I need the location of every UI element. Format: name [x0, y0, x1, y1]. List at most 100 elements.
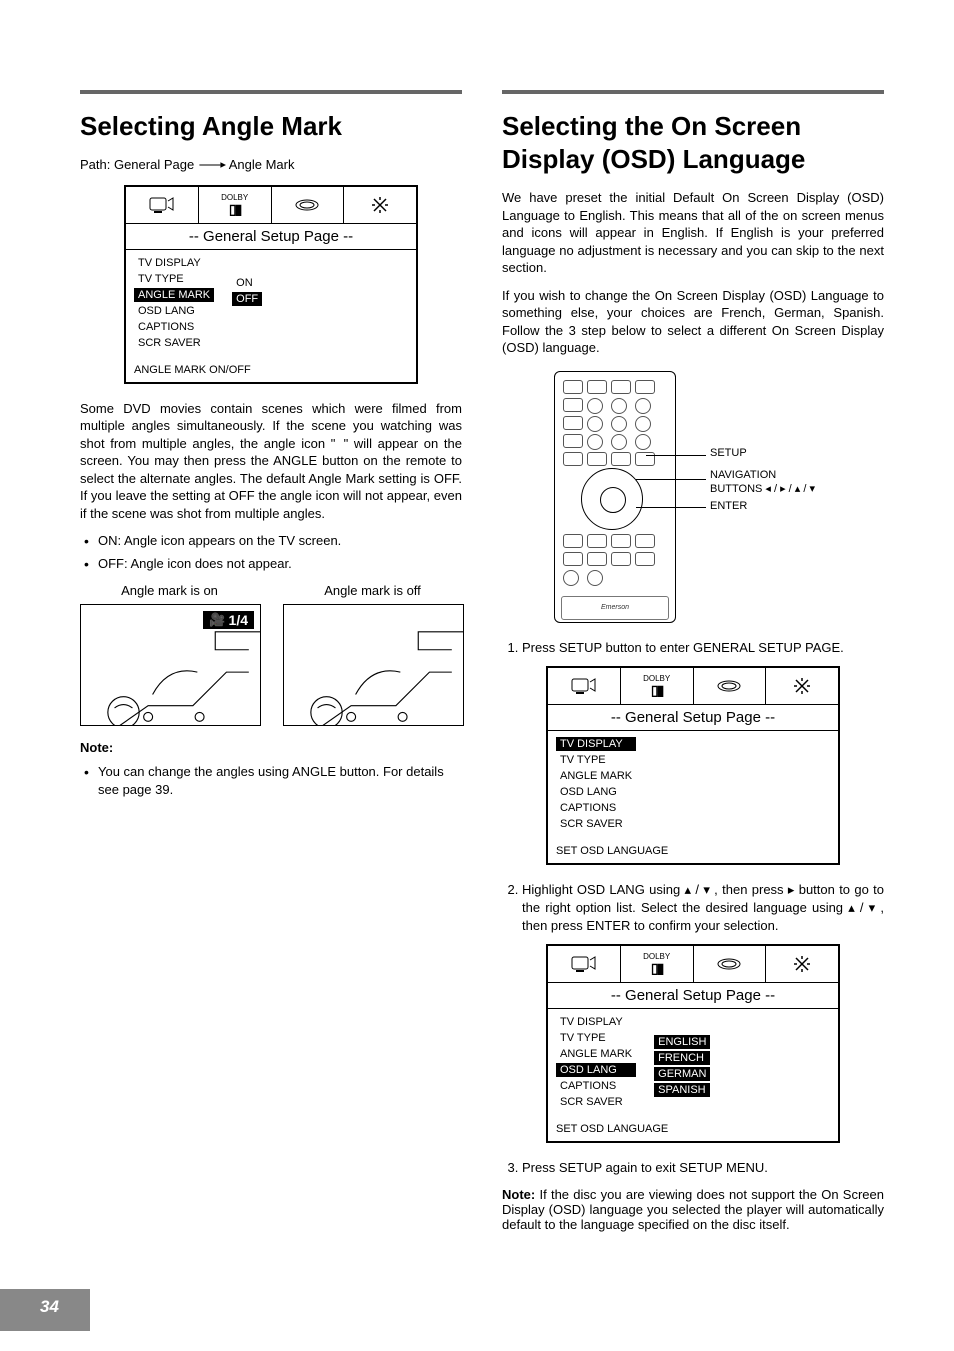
osd-item-selected: OSD LANG: [556, 1063, 636, 1077]
osd-item: SCR SAVER: [556, 1095, 636, 1109]
leader-line: [646, 455, 706, 456]
steps-list: Highlight OSD LANG using ▴ / ▾ , then pr…: [502, 881, 884, 934]
note-heading: Note:: [80, 740, 462, 755]
angle-illustrations: Angle mark is on 🎥: [80, 583, 462, 726]
path-target: Angle Mark: [229, 157, 295, 172]
tab-video-icon: [272, 187, 345, 223]
osd-panel-angle-mark: DOLBY▯▮ -- General Setup Page -- TV DISP…: [124, 185, 418, 384]
osd-hint: SET OSD LANGUAGE: [548, 841, 838, 863]
step-item: Press SETUP again to exit SETUP MENU.: [522, 1159, 884, 1177]
navigation-ring: [581, 468, 643, 530]
camera-icon: 🎥: [209, 612, 225, 628]
tv-screen-on: 🎥 1/4: [80, 604, 261, 726]
osd-option-list: ON OFF: [232, 276, 262, 356]
osd-panel-osd-lang: DOLBY▯▮ -- General Setup Page -- TV DISP…: [546, 944, 840, 1143]
path-line: Path: General Page Angle Mark: [80, 157, 462, 173]
note-item: You can change the angles using ANGLE bu…: [80, 763, 462, 799]
path-prefix: Path: General Page: [80, 157, 194, 172]
osd-item-selected: TV DISPLAY: [556, 737, 636, 751]
osd-title: -- General Setup Page --: [548, 983, 838, 1009]
osd-item: ANGLE MARK: [556, 769, 636, 783]
osd-menu-list: TV DISPLAY TV TYPE ANGLE MARK OSD LANG C…: [556, 737, 636, 837]
page: Selecting Angle Mark Path: General Page …: [0, 0, 954, 1351]
leader-line: [636, 507, 706, 508]
osd-tab-row: DOLBY▯▮: [548, 668, 838, 705]
steps-list: Press SETUP button to enter GENERAL SETU…: [502, 639, 884, 657]
osd-item: CAPTIONS: [556, 1079, 636, 1093]
tab-dolby-icon: DOLBY▯▮: [621, 668, 694, 704]
callout-navigation-buttons: BUTTONS ◂ / ▸ / ▴ / ▾: [710, 482, 815, 495]
left-column: Selecting Angle Mark Path: General Page …: [80, 90, 462, 1245]
osd-option: SPANISH: [654, 1083, 710, 1097]
note-body: If the disc you are viewing does not sup…: [502, 1187, 884, 1232]
osd-title: -- General Setup Page --: [548, 705, 838, 731]
bullet-item: OFF: Angle icon does not appear.: [80, 555, 462, 573]
illustration-caption: Angle mark is off: [283, 583, 462, 598]
tab-video-icon: [694, 668, 767, 704]
osd-item-selected: ANGLE MARK: [134, 288, 214, 302]
remote-button-grid-lower: [563, 534, 655, 584]
angle-badge: 🎥 1/4: [203, 611, 254, 629]
callout-setup: SETUP: [710, 447, 747, 459]
callout-enter: ENTER: [710, 500, 747, 512]
angle-badge-text: 1/4: [229, 612, 248, 628]
two-column-layout: Selecting Angle Mark Path: General Page …: [80, 90, 884, 1245]
osd-option: GERMAN: [654, 1067, 710, 1081]
osd-option: ENGLISH: [654, 1035, 710, 1049]
section-title: Selecting the On Screen Display (OSD) La…: [502, 110, 884, 175]
arrow-right-icon: [198, 158, 226, 173]
note-paragraph: Note: If the disc you are viewing does n…: [502, 1187, 884, 1232]
tab-general-icon: [548, 946, 621, 982]
osd-option: FRENCH: [654, 1051, 710, 1065]
note-list: You can change the angles using ANGLE bu…: [80, 763, 462, 799]
osd-item: OSD LANG: [556, 785, 636, 799]
note-label: Note:: [502, 1187, 535, 1202]
tab-general-icon: [548, 668, 621, 704]
osd-item: TV DISPLAY: [134, 256, 214, 270]
osd-item: TV DISPLAY: [556, 1015, 636, 1029]
right-column: Selecting the On Screen Display (OSD) La…: [502, 90, 884, 1245]
tab-preference-icon: [344, 187, 416, 223]
tab-preference-icon: [766, 946, 838, 982]
step-item: Press SETUP button to enter GENERAL SETU…: [522, 639, 884, 657]
osd-title: -- General Setup Page --: [126, 224, 416, 250]
section-title: Selecting Angle Mark: [80, 110, 462, 143]
osd-option: ON: [232, 276, 262, 290]
osd-item: TV TYPE: [556, 753, 636, 767]
tab-general-icon: [126, 187, 199, 223]
section-rule: [80, 90, 462, 94]
osd-menu-list: TV DISPLAY TV TYPE ANGLE MARK OSD LANG C…: [134, 256, 214, 356]
osd-hint: SET OSD LANGUAGE: [548, 1119, 838, 1141]
tv-screen-off: [283, 604, 464, 726]
step-item: Highlight OSD LANG using ▴ / ▾ , then pr…: [522, 881, 884, 934]
osd-body: TV DISPLAY TV TYPE ANGLE MARK OSD LANG C…: [548, 731, 838, 841]
osd-item: OSD LANG: [134, 304, 214, 318]
osd-tab-row: DOLBY▯▮: [126, 187, 416, 224]
leader-line: [636, 479, 706, 480]
osd-hint: ANGLE MARK ON/OFF: [126, 360, 416, 382]
osd-item: CAPTIONS: [134, 320, 214, 334]
osd-item: TV TYPE: [556, 1031, 636, 1045]
remote-body: Emerson: [554, 371, 676, 623]
osd-item: ANGLE MARK: [556, 1047, 636, 1061]
illustration-off: Angle mark is off: [283, 583, 462, 726]
tab-dolby-icon: DOLBY▯▮: [621, 946, 694, 982]
bullet-list: ON: Angle icon appears on the TV screen.…: [80, 532, 462, 572]
tab-preference-icon: [766, 668, 838, 704]
osd-body: TV DISPLAY TV TYPE ANGLE MARK OSD LANG C…: [126, 250, 416, 360]
osd-option-list: ENGLISH FRENCH GERMAN SPANISH: [654, 1035, 710, 1115]
osd-item: SCR SAVER: [134, 336, 214, 350]
osd-item: SCR SAVER: [556, 817, 636, 831]
section-rule: [502, 90, 884, 94]
steps-list: Press SETUP again to exit SETUP MENU.: [502, 1159, 884, 1177]
illustration-caption: Angle mark is on: [80, 583, 259, 598]
illustration-on: Angle mark is on 🎥: [80, 583, 259, 726]
remote-control-figure: Emerson SETUP NAVIGATION BUTTONS ◂ / ▸ /…: [548, 367, 838, 627]
tab-video-icon: [694, 946, 767, 982]
osd-item: TV TYPE: [134, 272, 214, 286]
osd-panel-general-setup: DOLBY▯▮ -- General Setup Page -- TV DISP…: [546, 666, 840, 865]
body-paragraph: We have preset the initial Default On Sc…: [502, 189, 884, 277]
bullet-item: ON: Angle icon appears on the TV screen.: [80, 532, 462, 550]
osd-item: CAPTIONS: [556, 801, 636, 815]
osd-tab-row: DOLBY▯▮: [548, 946, 838, 983]
